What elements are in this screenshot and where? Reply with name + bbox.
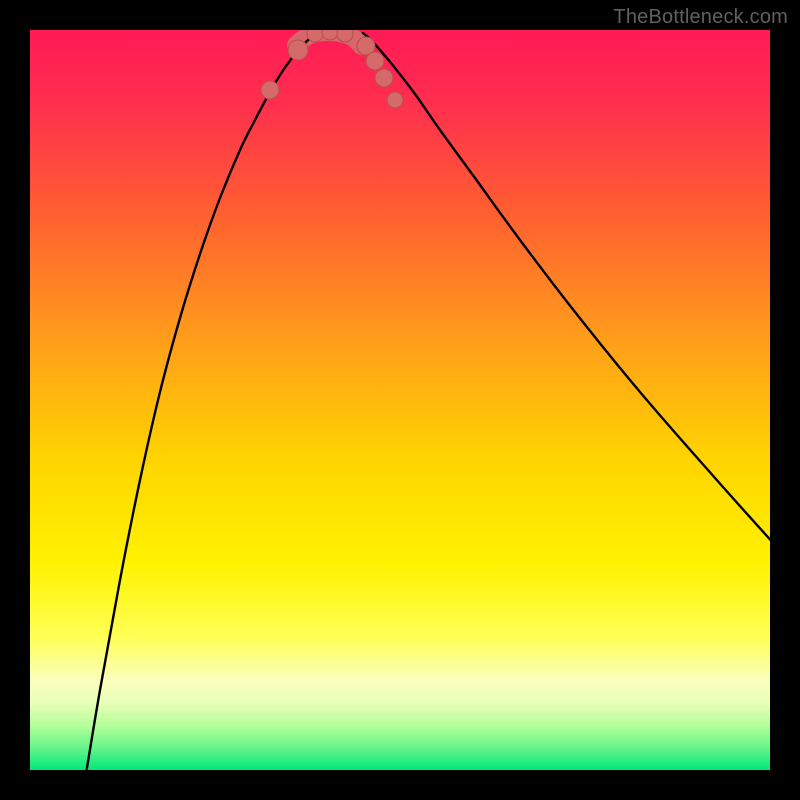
marker-point xyxy=(387,92,403,108)
curve-right-curve xyxy=(363,33,770,545)
chart-frame: TheBottleneck.com xyxy=(0,0,800,800)
marker-point xyxy=(366,52,384,70)
marker-point xyxy=(288,40,308,60)
curve-markers xyxy=(261,30,403,108)
chart-svg xyxy=(30,30,770,770)
plot-area xyxy=(30,30,770,770)
curve-lines xyxy=(85,33,770,770)
marker-point xyxy=(337,30,353,42)
marker-point xyxy=(307,30,323,42)
curve-left-curve xyxy=(85,33,318,770)
marker-point xyxy=(375,69,393,87)
attribution-label: TheBottleneck.com xyxy=(613,6,788,29)
marker-point xyxy=(261,81,279,99)
